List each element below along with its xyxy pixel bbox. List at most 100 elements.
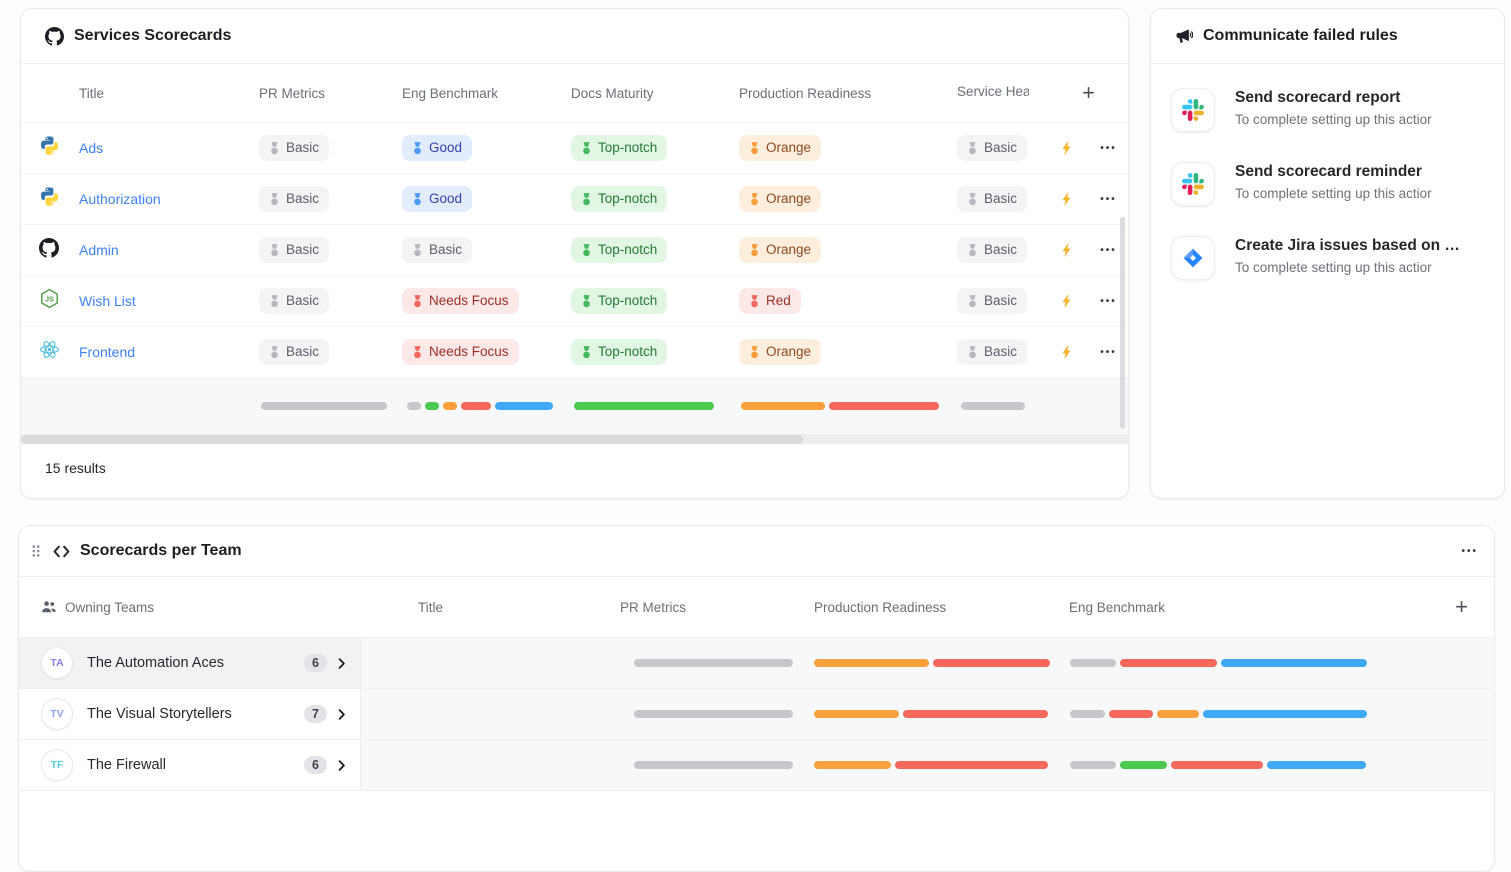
chevron-right-icon[interactable] — [335, 708, 348, 721]
team-row[interactable]: TV The Visual Storytellers 7 — [19, 689, 1494, 740]
action-title: Send scorecard reminder — [1235, 163, 1432, 181]
col-docs-maturity: Docs Maturity — [571, 86, 739, 101]
status-badge: Orange — [739, 237, 821, 263]
avatar: TV — [41, 698, 73, 730]
status-badge: Top-notch — [571, 186, 667, 212]
drag-handle-icon[interactable] — [31, 544, 41, 558]
svg-text:JS: JS — [45, 295, 54, 304]
chevron-right-icon[interactable] — [335, 657, 348, 670]
medal-icon — [269, 346, 280, 359]
action-item[interactable]: Send scorecard report To complete settin… — [1171, 88, 1480, 132]
service-title-link[interactable]: Wish List — [77, 293, 259, 309]
medal-icon — [581, 193, 592, 206]
status-badge: Good — [402, 186, 472, 212]
action-item[interactable]: Send scorecard reminder To complete sett… — [1171, 162, 1480, 206]
chevron-right-icon[interactable] — [335, 759, 348, 772]
service-title-link[interactable]: Frontend — [77, 344, 259, 360]
medal-icon — [749, 346, 760, 359]
medal-icon — [412, 244, 423, 257]
col-pr-metrics: PR Metrics — [259, 86, 402, 101]
col-eng-benchmark: Eng Benchmark — [1069, 600, 1394, 615]
col-production-readiness: Production Readiness — [739, 86, 957, 101]
col-eng-benchmark: Eng Benchmark — [402, 86, 571, 101]
team-bars-prod — [814, 659, 1069, 667]
python-icon — [39, 135, 60, 161]
team-bars-eng — [1070, 761, 1394, 769]
status-badge: Basic — [957, 186, 1027, 212]
medal-icon — [967, 244, 978, 257]
medal-icon — [412, 346, 423, 359]
table-row[interactable]: Authorization Basic Good Top-notch Orang… — [21, 174, 1128, 225]
status-badge: Basic — [259, 135, 329, 161]
horizontal-scrollbar[interactable] — [21, 435, 1128, 444]
medal-icon — [967, 142, 978, 155]
action-subtitle: To complete setting up this actior — [1235, 186, 1432, 201]
team-bars-eng — [1070, 659, 1394, 667]
status-badge: Top-notch — [571, 237, 667, 263]
medal-icon — [967, 193, 978, 206]
code-icon — [53, 544, 70, 559]
status-badge: Basic — [402, 237, 472, 263]
actions-card-header: Communicate failed rules — [1151, 9, 1504, 64]
more-menu-button[interactable]: ••• — [1100, 143, 1117, 154]
lightning-icon[interactable] — [1059, 140, 1075, 156]
megaphone-icon — [1175, 27, 1193, 45]
team-row[interactable]: TF The Firewall 6 — [19, 740, 1494, 791]
team-cell[interactable]: TA The Automation Aces 6 — [19, 638, 361, 688]
service-title-link[interactable]: Ads — [77, 140, 259, 156]
team-cell[interactable]: TV The Visual Storytellers 7 — [19, 689, 361, 739]
more-menu-button[interactable]: ••• — [1100, 245, 1117, 256]
table-row[interactable]: Ads Basic Good Top-notch Orange Basic ••… — [21, 123, 1128, 174]
lightning-icon[interactable] — [1059, 344, 1075, 360]
summary-row — [21, 378, 1128, 435]
col-pr-metrics: PR Metrics — [620, 600, 814, 615]
summary-bars-pr — [261, 402, 402, 410]
col-service-health: Service Health — [957, 84, 1029, 99]
action-item[interactable]: Create Jira issues based on … To complet… — [1171, 236, 1480, 280]
status-badge: Basic — [259, 237, 329, 263]
medal-icon — [412, 193, 423, 206]
status-badge: Red — [739, 288, 801, 314]
service-title-link[interactable]: Authorization — [77, 191, 259, 207]
services-card-header: Services Scorecards — [21, 9, 1128, 64]
teams-table-header: Owning Teams Title PR Metrics Production… — [19, 577, 1494, 638]
action-title: Send scorecard report — [1235, 89, 1432, 107]
avatar: TF — [41, 749, 73, 781]
col-owning-teams: Owning Teams — [65, 600, 154, 615]
status-badge: Top-notch — [571, 135, 667, 161]
jira-icon — [1181, 246, 1205, 270]
team-name: The Firewall — [87, 757, 304, 773]
more-menu-button[interactable]: ••• — [1100, 296, 1117, 307]
team-row[interactable]: TA The Automation Aces 6 — [19, 638, 1494, 689]
table-row[interactable]: Admin Basic Basic Top-notch Orange Basic… — [21, 225, 1128, 276]
lightning-icon[interactable] — [1059, 191, 1075, 207]
add-column-button[interactable]: + — [1082, 82, 1095, 104]
lightning-icon[interactable] — [1059, 293, 1075, 309]
medal-icon — [967, 346, 978, 359]
service-title-link[interactable]: Admin — [77, 242, 259, 258]
status-badge: Basic — [957, 237, 1027, 263]
status-badge: Orange — [739, 339, 821, 365]
teams-card-title: Scorecards per Team — [80, 542, 242, 560]
avatar: TA — [41, 647, 73, 679]
slack-icon — [1182, 173, 1204, 195]
add-column-button[interactable]: + — [1455, 596, 1468, 618]
horizontal-scrollbar-thumb[interactable] — [21, 435, 803, 444]
status-badge: Basic — [259, 186, 329, 212]
medal-icon — [269, 244, 280, 257]
nodejs-icon: JS — [39, 288, 60, 314]
vertical-scrollbar[interactable] — [1120, 217, 1125, 429]
table-row[interactable]: JS Wish List Basic Needs Focus Top-notch… — [21, 276, 1128, 327]
more-menu-button[interactable]: ••• — [1100, 194, 1117, 205]
medal-icon — [581, 295, 592, 308]
medal-icon — [749, 193, 760, 206]
table-row[interactable]: Frontend Basic Needs Focus Top-notch Ora… — [21, 327, 1128, 378]
lightning-icon[interactable] — [1059, 242, 1075, 258]
team-cell[interactable]: TF The Firewall 6 — [19, 740, 361, 790]
python-icon — [39, 186, 60, 212]
more-menu-button[interactable]: ••• — [1461, 546, 1478, 557]
team-bars-prod — [814, 710, 1069, 718]
more-menu-button[interactable]: ••• — [1100, 347, 1117, 358]
github-icon — [39, 238, 59, 263]
count-badge: 6 — [304, 756, 327, 775]
